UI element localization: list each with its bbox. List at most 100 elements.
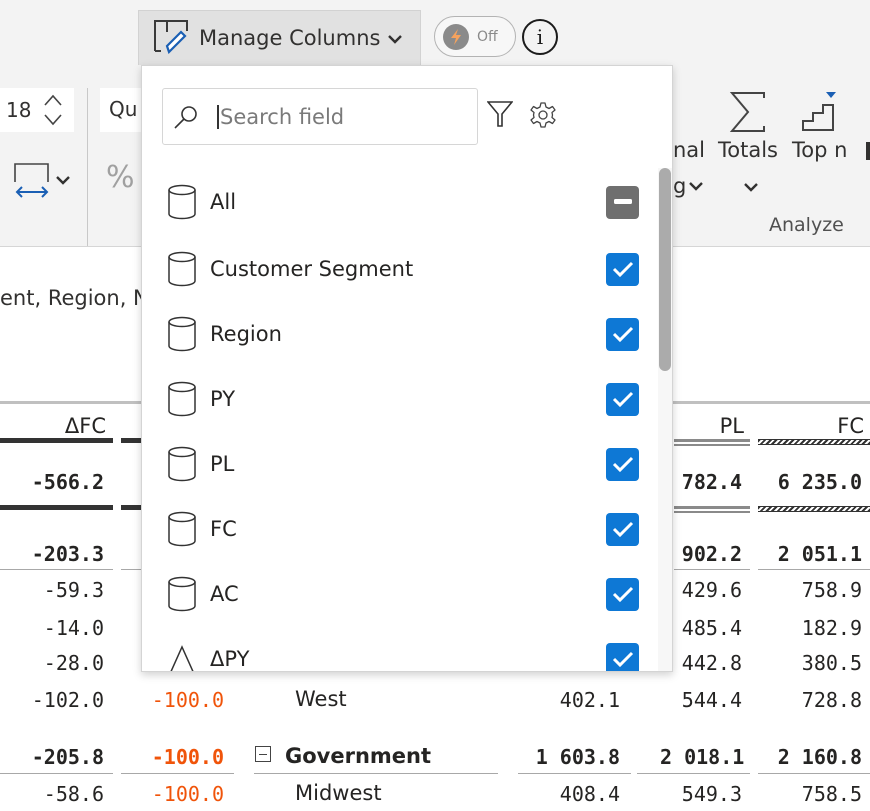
lightning-toggle[interactable]: Off <box>434 16 516 57</box>
field-item-label: Customer Segment <box>210 257 414 281</box>
column-header-delta-fc[interactable]: ΔFC <box>0 414 106 438</box>
manage-columns-popup: All Customer Segment Region PY PL FC AC ΔPY <box>141 65 673 672</box>
row-rule <box>121 773 234 774</box>
totals-button[interactable]: Totals <box>716 88 786 198</box>
cell-dfc: -59.3 <box>43 578 104 602</box>
filter-icon[interactable] <box>486 100 514 132</box>
chevron-down-icon <box>388 29 403 48</box>
up-down-arrows-icon <box>44 94 63 126</box>
cell-fc: 728.8 <box>801 688 862 712</box>
field-item-label: Region <box>210 322 282 346</box>
cell-fc: 2 051.1 <box>777 542 862 566</box>
cell-pl: 2 018.1 <box>660 745 745 769</box>
cell-py: 402.1 <box>559 688 620 712</box>
cell-dpy-pct: -100.0 <box>151 782 224 806</box>
indeterminate-checkbox[interactable] <box>606 185 639 219</box>
column-width-button[interactable] <box>14 160 74 200</box>
checkbox[interactable] <box>606 252 639 286</box>
info-icon[interactable]: i <box>522 19 558 55</box>
lightning-icon <box>443 23 469 50</box>
cylinder-icon <box>166 381 198 417</box>
manage-columns-label: Manage Columns <box>199 26 381 50</box>
chevron-down-icon <box>689 182 704 191</box>
report-subtitle: ent, Region, N <box>0 286 149 310</box>
checkbox[interactable] <box>606 577 639 611</box>
field-item[interactable]: PY <box>166 377 640 421</box>
cell-py: 408.4 <box>559 782 620 806</box>
chevron-down-icon <box>56 176 70 185</box>
field-item-label: AC <box>210 582 239 606</box>
field-item-label: ΔPY <box>210 647 250 671</box>
cell-dfc: -203.3 <box>31 542 104 566</box>
info-glyph: i <box>536 25 544 49</box>
cell-fc: 182.9 <box>801 616 862 640</box>
row-label[interactable]: West <box>295 687 347 711</box>
field-item[interactable]: Customer Segment <box>166 247 640 291</box>
checkbox[interactable] <box>606 382 639 416</box>
header-rule-pl <box>674 439 750 446</box>
row-rule <box>637 773 750 774</box>
header-rule-dfc <box>0 438 113 443</box>
field-item[interactable]: Region <box>166 312 640 356</box>
checkbox[interactable] <box>606 642 639 671</box>
checkbox[interactable] <box>606 447 639 481</box>
cell-dfc: -205.8 <box>31 745 104 769</box>
column-width-icon <box>14 163 49 198</box>
collapse-icon[interactable] <box>255 746 271 762</box>
cylinder-icon <box>166 251 198 287</box>
scrollbar-thumb[interactable] <box>659 168 671 371</box>
search-input[interactable] <box>217 104 457 129</box>
top-n-button[interactable]: Top n <box>792 88 862 168</box>
field-item[interactable]: PL <box>166 442 640 486</box>
cell-fc: 380.5 <box>801 651 862 675</box>
field-item[interactable]: ΔPY <box>166 637 640 671</box>
field-item[interactable]: FC <box>166 507 640 551</box>
formatting-dropdown-partial[interactable]: g <box>673 174 704 198</box>
row-label[interactable]: Midwest <box>295 781 382 805</box>
cylinder-icon <box>166 446 198 482</box>
cell-py: 1 603.8 <box>535 745 620 769</box>
formatting-label-partial[interactable]: nal <box>673 138 705 162</box>
search-box[interactable] <box>162 88 478 145</box>
font-size-stepper[interactable]: 18 <box>0 88 74 132</box>
row-rule <box>758 773 870 774</box>
top-n-icon <box>802 92 836 131</box>
triangle-icon <box>166 641 198 671</box>
cell-fc: 758.5 <box>801 782 862 806</box>
cylinder-icon <box>166 511 198 547</box>
cylinder-icon <box>166 184 198 220</box>
manage-columns-button[interactable]: Manage Columns <box>138 10 421 65</box>
total-rule-fc <box>758 506 870 512</box>
gear-icon[interactable] <box>530 102 556 132</box>
field-item-label: All <box>210 190 237 214</box>
font-family-select[interactable]: Qu <box>100 88 145 132</box>
column-header-fc[interactable]: FC <box>760 414 864 438</box>
cell-dfc: -102.0 <box>31 688 104 712</box>
row-rule <box>674 569 750 570</box>
chevron-down-icon <box>744 183 758 192</box>
font-size-value: 18 <box>6 98 32 122</box>
cell-dpy-pct: -100.0 <box>151 745 224 769</box>
field-item-label: PL <box>210 452 235 476</box>
stepper-arrows[interactable] <box>43 93 63 127</box>
checkbox[interactable] <box>606 512 639 546</box>
cell-pl: 544.4 <box>681 688 742 712</box>
row-rule <box>0 569 113 570</box>
cell-fc: 6 235.0 <box>777 470 862 494</box>
percent-format-button[interactable]: % <box>106 160 135 195</box>
next-ribbon-item-partial[interactable] <box>866 142 870 160</box>
cell-pl: 549.3 <box>681 782 742 806</box>
analyze-group-label: Analyze <box>769 214 844 236</box>
field-item[interactable]: AC <box>166 572 640 616</box>
cell-dfc: -58.6 <box>43 782 104 806</box>
header-rule-fc <box>758 439 870 445</box>
row-label[interactable]: Government <box>285 744 431 768</box>
checkbox[interactable] <box>606 317 639 351</box>
row-rule <box>254 773 498 774</box>
ribbon-divider <box>87 88 88 246</box>
sigma-icon <box>729 92 765 132</box>
cylinder-icon <box>166 576 198 612</box>
row-rule <box>518 773 631 774</box>
field-item[interactable]: All <box>166 180 640 224</box>
manage-columns-icon <box>153 18 189 58</box>
